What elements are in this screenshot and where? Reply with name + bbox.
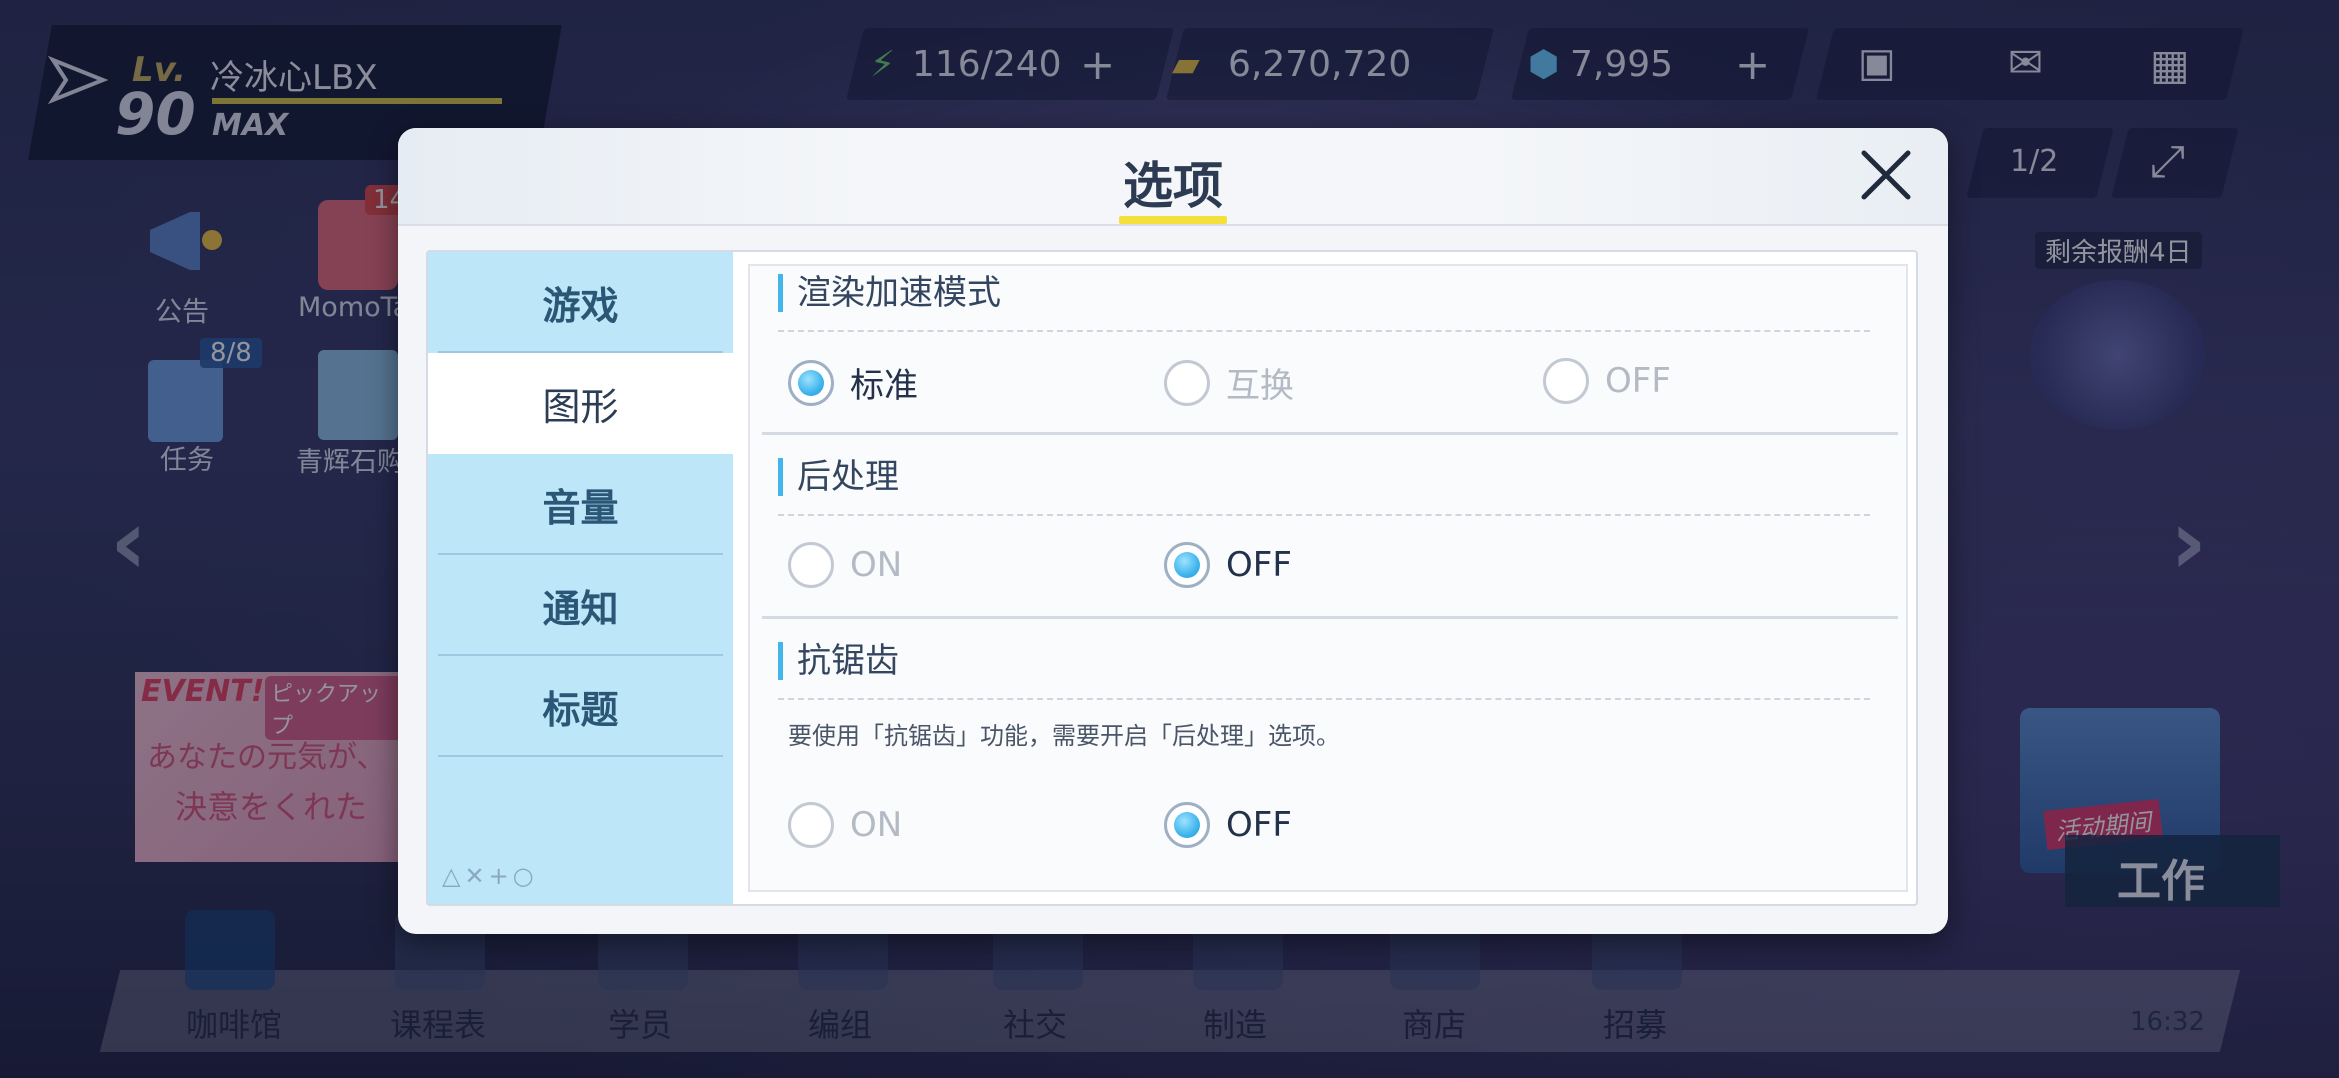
tab-notification[interactable]: 通知 [428,555,733,656]
radio-icon [788,802,834,848]
render-option-swap-label: 互换 [1226,366,1294,406]
post-processing-title: 后处理 [778,458,899,496]
render-option-off[interactable]: OFF [1543,358,1671,404]
tab-title[interactable]: 标题 [428,656,733,757]
aa-option-off-label: OFF [1226,805,1292,845]
post-option-on[interactable]: ON [788,542,902,588]
dashed-divider [778,698,1870,700]
post-option-off-label: OFF [1226,545,1292,585]
aa-option-on-label: ON [850,805,903,845]
dialog-header: 选项 [398,128,1948,226]
dialog-title: 选项 [1123,157,1223,215]
tab-volume-label: 音量 [542,486,619,530]
radio-icon [1164,542,1210,588]
tab-graphics-label: 图形 [542,385,619,429]
post-option-off[interactable]: OFF [1164,542,1292,588]
radio-icon [1543,358,1589,404]
tab-volume[interactable]: 音量 [428,454,733,555]
section-separator [762,616,1898,619]
tab-graphics[interactable]: 图形 [428,353,733,454]
close-icon [1861,150,1911,200]
close-button[interactable] [1853,142,1919,208]
options-dialog: 选项 游戏 图形 音量 通知 标题 △✕+○ 渲染加速模式 标准 互换 OFF … [398,128,1948,934]
render-mode-title: 渲染加速模式 [778,274,1001,312]
section-separator [762,432,1898,435]
radio-icon [1164,802,1210,848]
dashed-divider [778,514,1870,516]
radio-icon [788,542,834,588]
render-option-standard-label: 标准 [850,366,918,406]
anti-aliasing-note: 要使用「抗锯齿」功能，需要开启「后处理」选项。 [788,722,1340,750]
tab-title-label: 标题 [542,688,619,732]
aa-option-on[interactable]: ON [788,802,902,848]
title-underline [1119,216,1227,224]
radio-icon [788,359,834,406]
render-option-standard[interactable]: 标准 [788,358,918,407]
tab-game-label: 游戏 [542,284,619,328]
radio-icon [1164,359,1210,406]
dialog-body: 游戏 图形 音量 通知 标题 △✕+○ 渲染加速模式 标准 互换 OFF 后处理… [426,250,1918,906]
aa-option-off[interactable]: OFF [1164,802,1292,848]
tab-decoration: △✕+○ [442,862,538,890]
render-option-swap[interactable]: 互换 [1164,358,1294,407]
tab-divider [438,755,723,757]
dashed-divider [778,330,1870,332]
graphics-settings-content: 渲染加速模式 标准 互换 OFF 后处理 ON OFF 抗锯齿 要使用「抗锯齿」… [748,264,1908,892]
tab-notification-label: 通知 [542,587,619,631]
tab-game[interactable]: 游戏 [428,252,733,353]
anti-aliasing-title: 抗锯齿 [778,642,899,680]
render-option-off-label: OFF [1605,361,1671,401]
post-option-on-label: ON [850,545,903,585]
settings-tabs: 游戏 图形 音量 通知 标题 △✕+○ [428,252,733,904]
